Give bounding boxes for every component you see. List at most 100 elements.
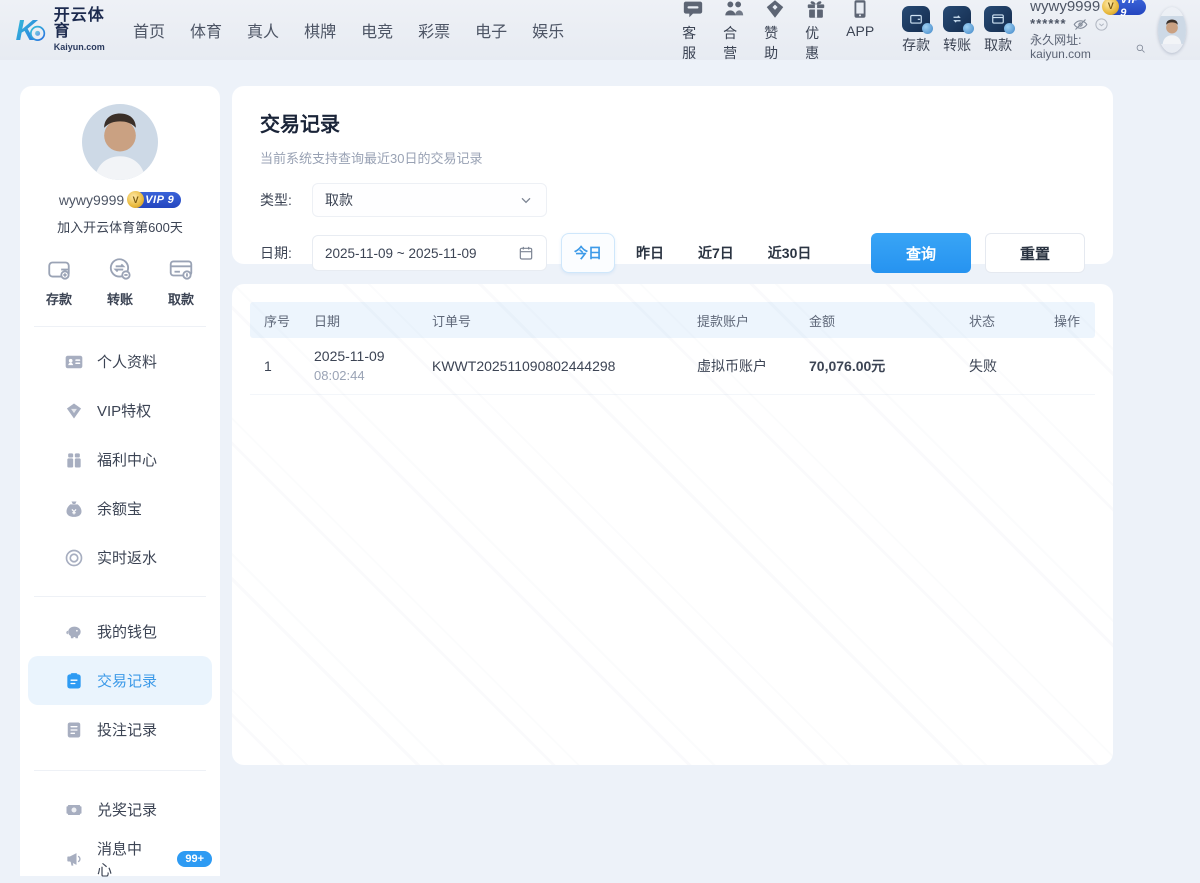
withdraw-button-top[interactable]: 取款 [984, 6, 1012, 55]
transfer-shortcut[interactable]: 转账 [107, 256, 133, 308]
nav-esports[interactable]: 电竞 [361, 18, 393, 42]
date-label: 日期: [260, 243, 312, 263]
quick-icon-group: 客服 合营 赞助 优惠 [682, 0, 874, 63]
col-order: 订单号 [418, 311, 683, 330]
transaction-record-icon [64, 671, 84, 691]
sidebar-vip-badge[interactable]: V VIP 9 [131, 192, 181, 208]
chat-icon [682, 0, 704, 20]
customer-service-button[interactable]: 客服 [682, 0, 704, 63]
sidebar-item-prizes[interactable]: 兑奖记录 [28, 785, 212, 834]
sidebar-item-yuebao[interactable]: 余额宝 [28, 484, 212, 533]
vip-badge[interactable]: V VIP 9 [1106, 0, 1146, 15]
transfer-button-top[interactable]: 转账 [943, 6, 971, 55]
username: wywy9999 [1030, 0, 1100, 15]
quick-range-group: 今日 昨日 近7日 近30日 [561, 233, 824, 273]
nav-lottery[interactable]: 彩票 [418, 18, 450, 42]
range-7days-button[interactable]: 近7日 [685, 233, 747, 273]
magnifier-icon[interactable] [1135, 42, 1146, 55]
nav-home[interactable]: 首页 [133, 18, 165, 42]
sidebar-avatar[interactable] [82, 104, 158, 180]
nav-sports[interactable]: 体育 [190, 18, 222, 42]
rebate-circle-icon [64, 548, 84, 568]
deposit-shortcut[interactable]: 存款 [46, 256, 72, 308]
divider [34, 770, 206, 771]
type-filter-row: 类型: 取款 [260, 183, 1085, 217]
nav-entertainment[interactable]: 娱乐 [532, 18, 564, 42]
divider [34, 326, 206, 327]
id-card-icon [64, 352, 84, 372]
range-30days-button[interactable]: 近30日 [755, 233, 825, 273]
date-range-input[interactable]: 2025-11-09 ~ 2025-11-09 [312, 235, 547, 271]
divider [34, 596, 206, 597]
prize-ticket-icon [64, 800, 84, 820]
masked-balance: ****** [1030, 17, 1066, 32]
range-today-button[interactable]: 今日 [561, 233, 615, 273]
brand-logo[interactable]: K 开云体育 Kaiyun.com [14, 8, 111, 52]
date-filter-row: 日期: 2025-11-09 ~ 2025-11-09 今日 昨日 近7日 近3… [260, 233, 1085, 273]
table-row: 1 2025-11-09 08:02:44 KWWT20251109080244… [250, 338, 1095, 395]
calendar-icon [518, 245, 534, 261]
sidebar-menu-group-3: 兑奖记录 消息中心 99+ [20, 785, 220, 883]
sidebar-avatar-image [82, 104, 158, 180]
sidebar-wallet-shortcuts: 存款 转账 取款 [20, 256, 220, 308]
col-amount: 金额 [795, 311, 955, 330]
sidebar-item-benefits[interactable]: 福利中心 [28, 435, 212, 484]
page-subtitle: 当前系统支持查询最近30日的交易记录 [260, 148, 1085, 167]
bet-record-icon [64, 720, 84, 740]
join-days-text: 加入开云体育第600天 [20, 217, 220, 236]
nav-live[interactable]: 真人 [247, 18, 279, 42]
money-bag-icon [64, 499, 84, 519]
vip-diamond-icon [64, 401, 84, 421]
cell-account: 虚拟币账户 [683, 356, 795, 376]
transfer-icon [950, 12, 964, 26]
col-date: 日期 [300, 311, 418, 330]
search-button[interactable]: 查询 [871, 233, 971, 273]
sponsor-button[interactable]: 赞助 [764, 0, 786, 63]
brand-name: 开云体育 [54, 8, 111, 40]
col-account: 提款账户 [683, 311, 795, 330]
permanent-url-label: 永久网址: kaiyun.com [1030, 34, 1129, 62]
nav-slots[interactable]: 电子 [475, 18, 507, 42]
sidebar-menu-group-2: 我的钱包 交易记录 投注记录 [20, 607, 220, 754]
wallet-icon [46, 256, 72, 282]
chevron-down-icon [518, 192, 534, 208]
partnership-button[interactable]: 合营 [723, 0, 745, 63]
phone-icon [849, 0, 871, 20]
table-header-row: 序号 日期 订单号 提款账户 金额 状态 操作 [250, 302, 1095, 338]
reset-button[interactable]: 重置 [985, 233, 1085, 273]
col-action: 操作 [1040, 311, 1095, 330]
partners-icon [723, 0, 745, 20]
col-status: 状态 [955, 311, 1040, 330]
records-table: 序号 日期 订单号 提款账户 金额 状态 操作 1 2025-11-09 08:… [250, 302, 1095, 395]
deposit-button-top[interactable]: 存款 [902, 6, 930, 55]
withdraw-shortcut[interactable]: 取款 [168, 256, 194, 308]
sidebar-item-profile[interactable]: 个人资料 [28, 337, 212, 386]
vip-emblem-icon: V [127, 191, 144, 208]
bank-card-icon [168, 256, 194, 282]
avatar-image [1158, 7, 1186, 53]
range-yesterday-button[interactable]: 昨日 [623, 233, 677, 273]
vip-emblem-icon: V [1102, 0, 1119, 15]
sidebar-item-transactions[interactable]: 交易记录 [28, 656, 212, 705]
diamond-icon [764, 0, 786, 20]
sidebar-item-wallet[interactable]: 我的钱包 [28, 607, 212, 656]
sidebar-item-rebate[interactable]: 实时返水 [28, 533, 212, 582]
sidebar-item-vip[interactable]: VIP特权 [28, 386, 212, 435]
sidebar-item-bets[interactable]: 投注记录 [28, 705, 212, 754]
filter-actions: 查询 重置 [871, 233, 1085, 273]
cell-order-no: KWWT202511090802444298 [418, 358, 683, 374]
withdraw-icon [991, 12, 1005, 26]
eye-off-icon[interactable] [1073, 17, 1088, 32]
megaphone-icon [64, 849, 84, 869]
unread-count-badge: 99+ [177, 851, 212, 867]
gift-box-icon [64, 450, 84, 470]
avatar[interactable] [1158, 7, 1186, 53]
chevron-down-circle-icon[interactable] [1094, 17, 1109, 32]
sidebar-username: wywy9999 [59, 192, 124, 208]
main-nav: 首页 体育 真人 棋牌 电竞 彩票 电子 娱乐 [133, 18, 564, 42]
app-download-button[interactable]: APP [846, 0, 874, 63]
nav-chess[interactable]: 棋牌 [304, 18, 336, 42]
promo-button[interactable]: 优惠 [805, 0, 827, 63]
cell-index: 1 [250, 358, 300, 374]
type-select[interactable]: 取款 [312, 183, 547, 217]
